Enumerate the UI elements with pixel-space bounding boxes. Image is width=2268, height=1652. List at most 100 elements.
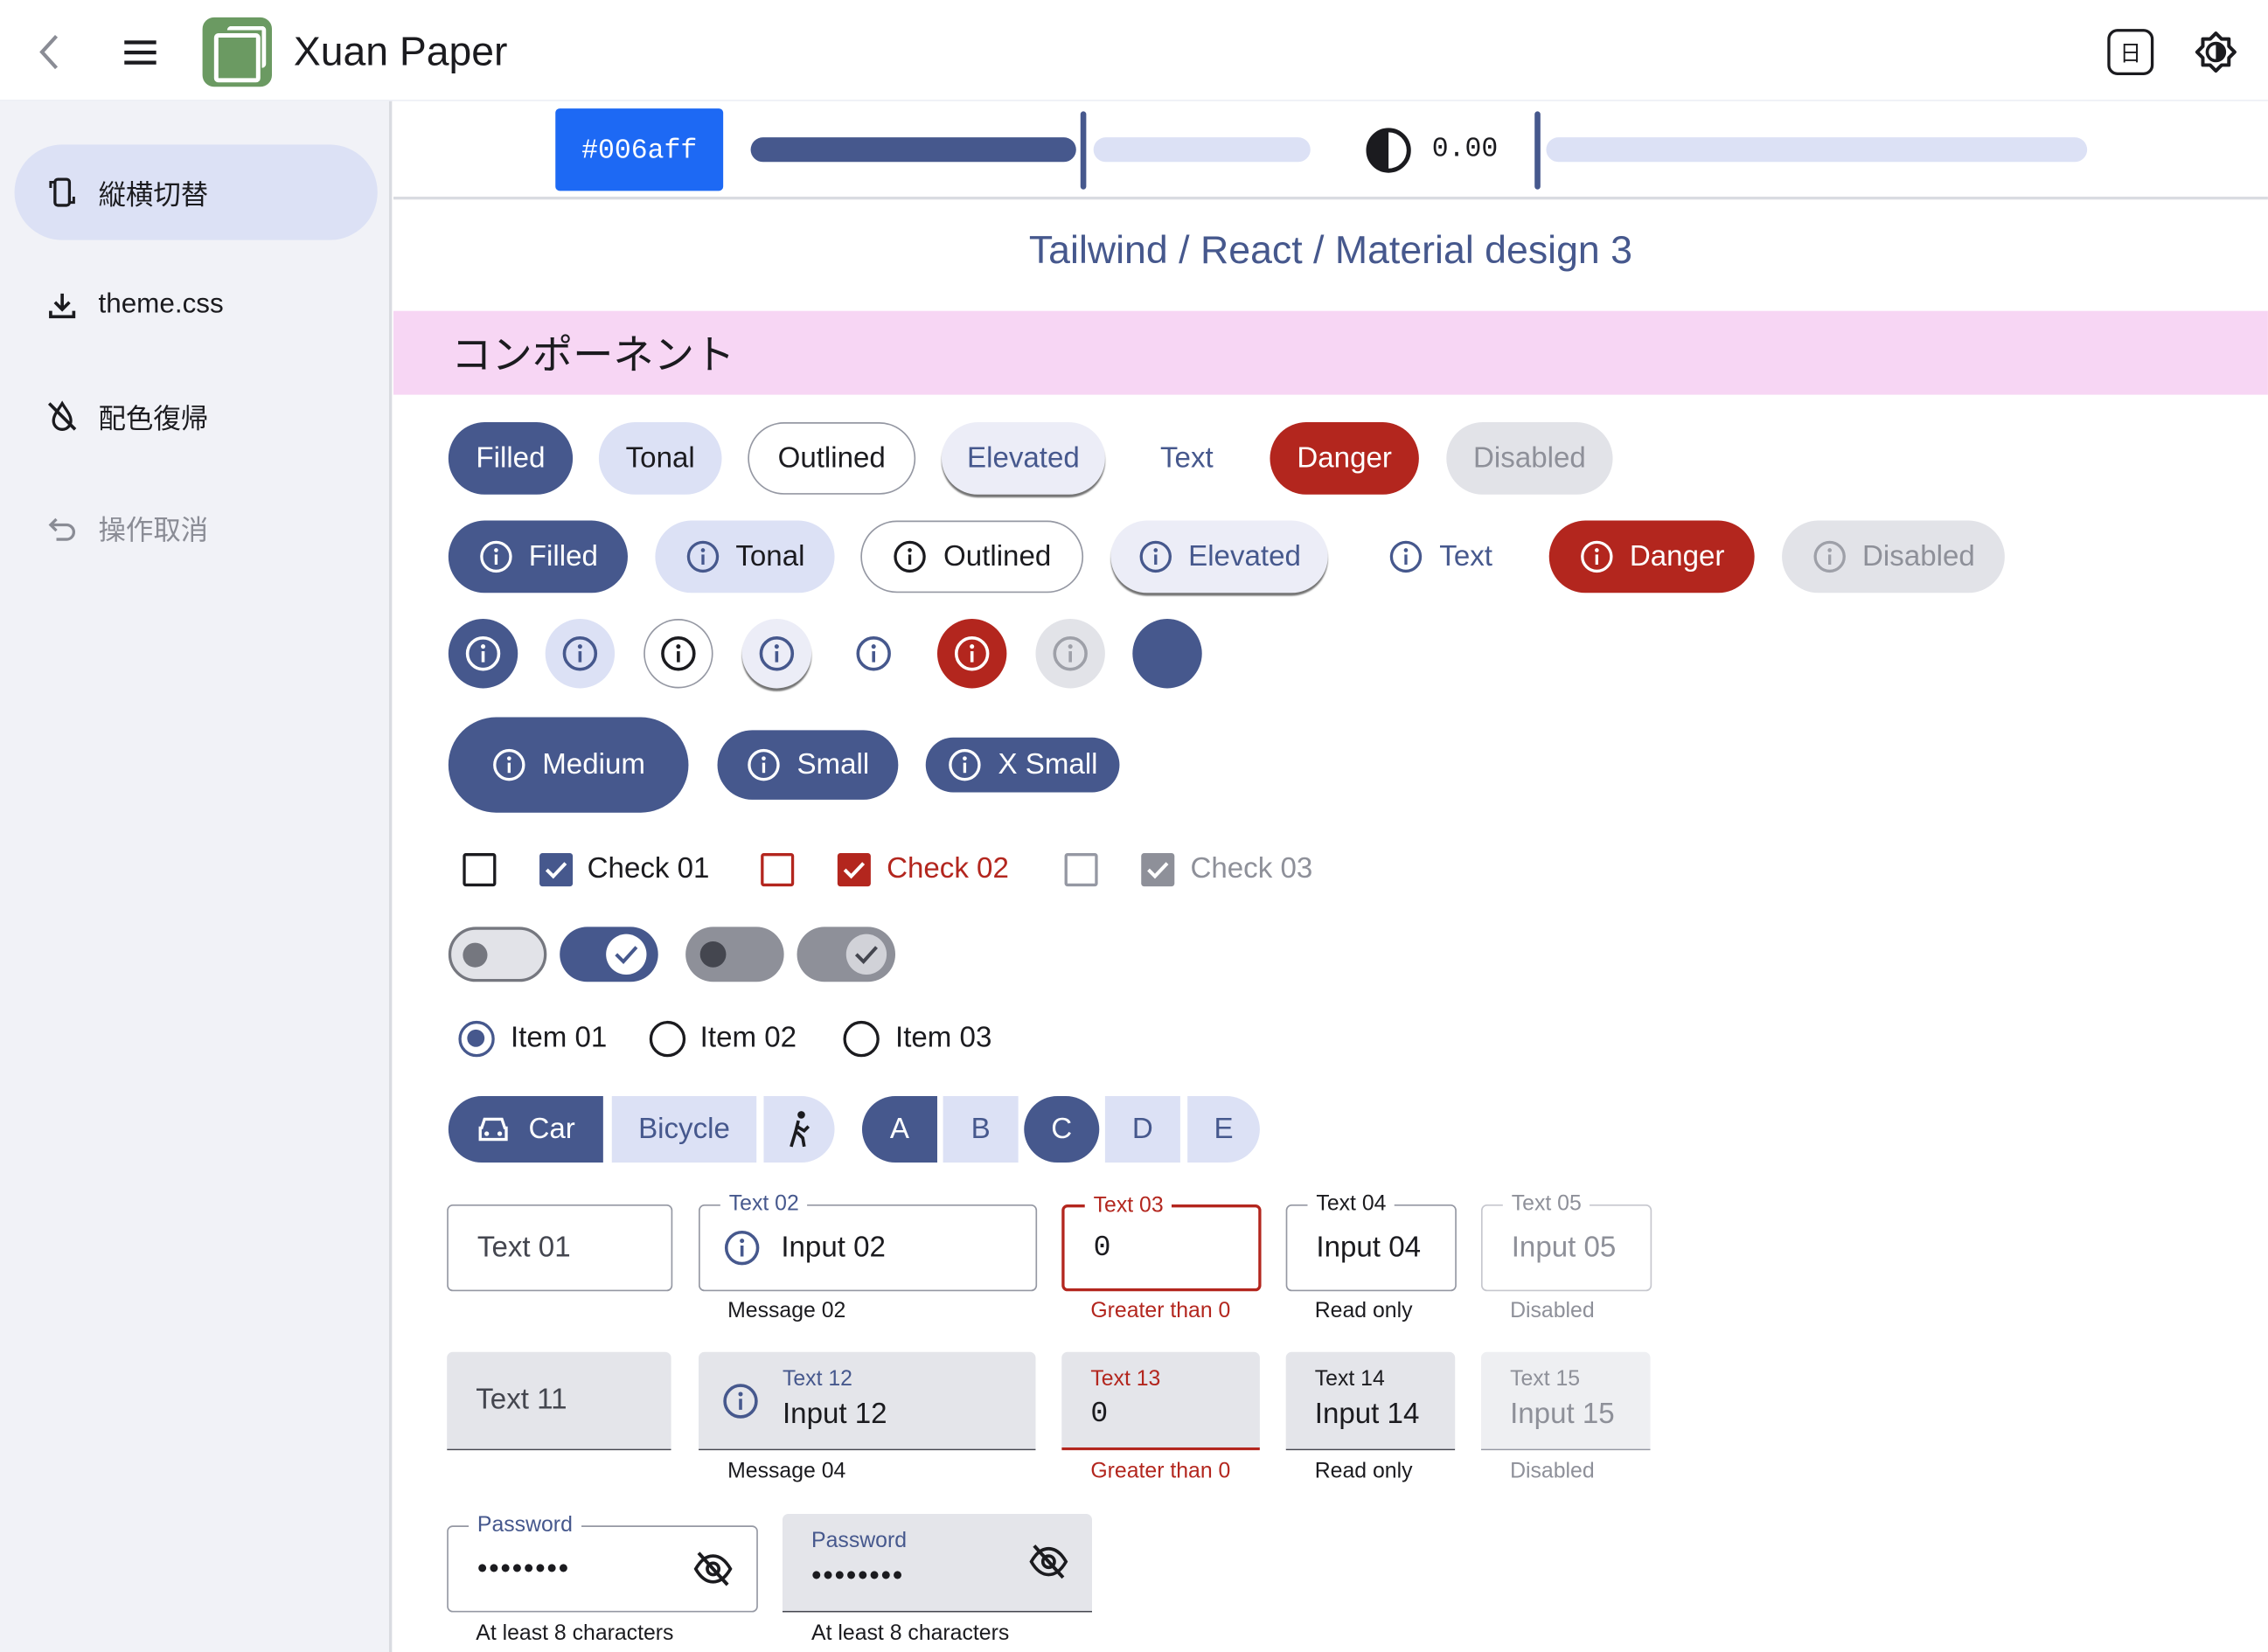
field-message: Message 02 [727, 1298, 846, 1323]
checkbox-check-03 [1141, 853, 1175, 887]
medium-button[interactable]: Medium [448, 717, 689, 813]
icon-button-elevated[interactable] [741, 619, 812, 689]
field-label: Text 15 [1510, 1366, 1581, 1392]
check-icon [545, 862, 567, 879]
text-field-03[interactable]: Text 03 0 [1061, 1192, 1262, 1292]
password-field-filled[interactable]: Password •••••••• [782, 1514, 1092, 1613]
icon-button-filled[interactable] [448, 619, 518, 689]
menu-button[interactable] [119, 31, 163, 72]
segment-walk[interactable] [763, 1095, 835, 1163]
icon-button-blank[interactable] [1132, 619, 1202, 689]
icon-button-tonal[interactable] [545, 619, 616, 689]
elevated-button[interactable]: Elevated [941, 422, 1105, 495]
outlined-button[interactable]: Outlined [748, 422, 916, 495]
filled-field-12[interactable]: Text 12 Input 12 [699, 1351, 1036, 1451]
segment-d[interactable]: D [1104, 1095, 1180, 1163]
info-circle-icon [492, 748, 525, 781]
hue-slider-track[interactable] [1093, 137, 1311, 163]
segment-e[interactable]: E [1187, 1095, 1260, 1163]
check-icon [615, 946, 638, 964]
info-circle-icon [1812, 540, 1846, 573]
visibility-off-icon[interactable] [692, 1550, 733, 1596]
tonal-button[interactable]: Tonal [598, 422, 722, 495]
app-content: Xuan Paper 日 縦横切替 theme.css 配色復帰 操作取消 #0… [0, 0, 2268, 1652]
info-circle-icon [748, 748, 780, 781]
button-label: Medium [542, 748, 645, 781]
sidebar-item-label: 縦横切替 [98, 179, 209, 211]
button-label: Filled [528, 539, 598, 573]
segment-bicycle[interactable]: Bicycle [611, 1095, 757, 1163]
calendar-icon[interactable]: 日 [2107, 29, 2154, 76]
sidebar-item-color-reset[interactable]: 配色復帰 [15, 369, 378, 464]
radio-item-02[interactable] [649, 1020, 686, 1058]
checkbox-check-01[interactable] [539, 853, 574, 887]
text-field-01[interactable]: Text 01 [447, 1204, 673, 1292]
info-circle-icon [954, 636, 990, 671]
checkbox-error-unchecked[interactable] [761, 853, 795, 887]
hex-color-button[interactable]: #006aff [555, 108, 724, 191]
sidebar-item-theme-css[interactable]: theme.css [15, 257, 378, 352]
segment-label: Car [528, 1112, 575, 1145]
walk-icon [789, 1111, 810, 1148]
field-value: Text 01 [477, 1231, 571, 1264]
info-circle-icon [1138, 540, 1172, 573]
sidebar-item-label: 配色復帰 [98, 404, 209, 435]
x-small-button[interactable]: X Small [925, 737, 1120, 793]
elevated-icon-button[interactable]: Elevated [1110, 520, 1328, 593]
field-label: Password [811, 1528, 908, 1553]
sidebar-item-rotate[interactable]: 縦横切替 [14, 144, 378, 240]
radio-item-01[interactable] [458, 1020, 495, 1058]
small-button[interactable]: Small [717, 730, 899, 800]
undo-icon [46, 512, 78, 544]
contrast-slider-handle[interactable] [1534, 111, 1541, 190]
text-button[interactable]: Text [1132, 422, 1241, 495]
info-circle-icon [1053, 636, 1088, 671]
check-icon [854, 946, 878, 964]
segment-car[interactable]: Car [448, 1095, 603, 1163]
back-button[interactable] [29, 31, 69, 72]
visibility-off-icon[interactable] [1028, 1543, 1068, 1587]
contrast-value: 0.00 [1431, 133, 1499, 165]
outlined-icon-button[interactable]: Outlined [860, 520, 1084, 593]
filled-icon-button[interactable]: Filled [448, 520, 628, 593]
checkbox-unchecked[interactable] [463, 853, 497, 887]
danger-button[interactable]: Danger [1270, 422, 1419, 495]
hue-slider-handle[interactable] [1080, 111, 1087, 190]
info-circle-icon [759, 636, 795, 671]
button-label: Small [797, 748, 870, 781]
icon-button-danger[interactable] [936, 619, 1007, 689]
hue-slider-fill [750, 137, 1076, 163]
icon-button-text[interactable] [838, 619, 908, 688]
field-error-message: Greater than 0 [1090, 1298, 1231, 1323]
field-label: Text 02 [720, 1191, 808, 1218]
app-logo [202, 17, 273, 87]
checkbox-check-02[interactable] [837, 853, 871, 887]
sidebar-item-undo[interactable]: 操作取消 [15, 480, 378, 575]
segment-c[interactable]: C [1024, 1095, 1100, 1163]
text-field-02[interactable]: Text 02 Input 02 [699, 1191, 1038, 1292]
filled-button[interactable]: Filled [448, 422, 574, 495]
segment-b[interactable]: B [943, 1095, 1019, 1163]
info-circle-icon [686, 540, 719, 573]
filled-field-15: Text 15 Input 15 [1481, 1351, 1651, 1451]
danger-icon-button[interactable]: Danger [1548, 520, 1755, 593]
info-circle-icon [479, 540, 511, 573]
field-error-message: Greater than 0 [1090, 1459, 1231, 1484]
info-circle-icon [465, 636, 501, 671]
password-field-outlined[interactable]: Password •••••••• [447, 1512, 758, 1613]
check-icon [843, 862, 866, 879]
icon-button-outlined[interactable] [644, 619, 713, 689]
text-icon-button[interactable]: Text [1371, 521, 1510, 593]
contrast-slider-track[interactable] [1546, 137, 2088, 163]
brightness-toggle[interactable] [2193, 29, 2239, 75]
checkbox-disabled-unchecked [1064, 853, 1098, 887]
filled-field-13[interactable]: Text 13 0 [1061, 1351, 1260, 1451]
field-label: Text 12 [782, 1366, 853, 1392]
segment-a[interactable]: A [861, 1095, 937, 1163]
switch-on[interactable] [560, 927, 658, 982]
filled-field-11[interactable]: Text 11 [447, 1351, 671, 1451]
radio-item-03[interactable] [843, 1020, 880, 1058]
tonal-icon-button[interactable]: Tonal [655, 520, 835, 593]
filled-field-14: Text 14 Input 14 [1285, 1351, 1456, 1451]
switch-off[interactable] [448, 927, 547, 982]
